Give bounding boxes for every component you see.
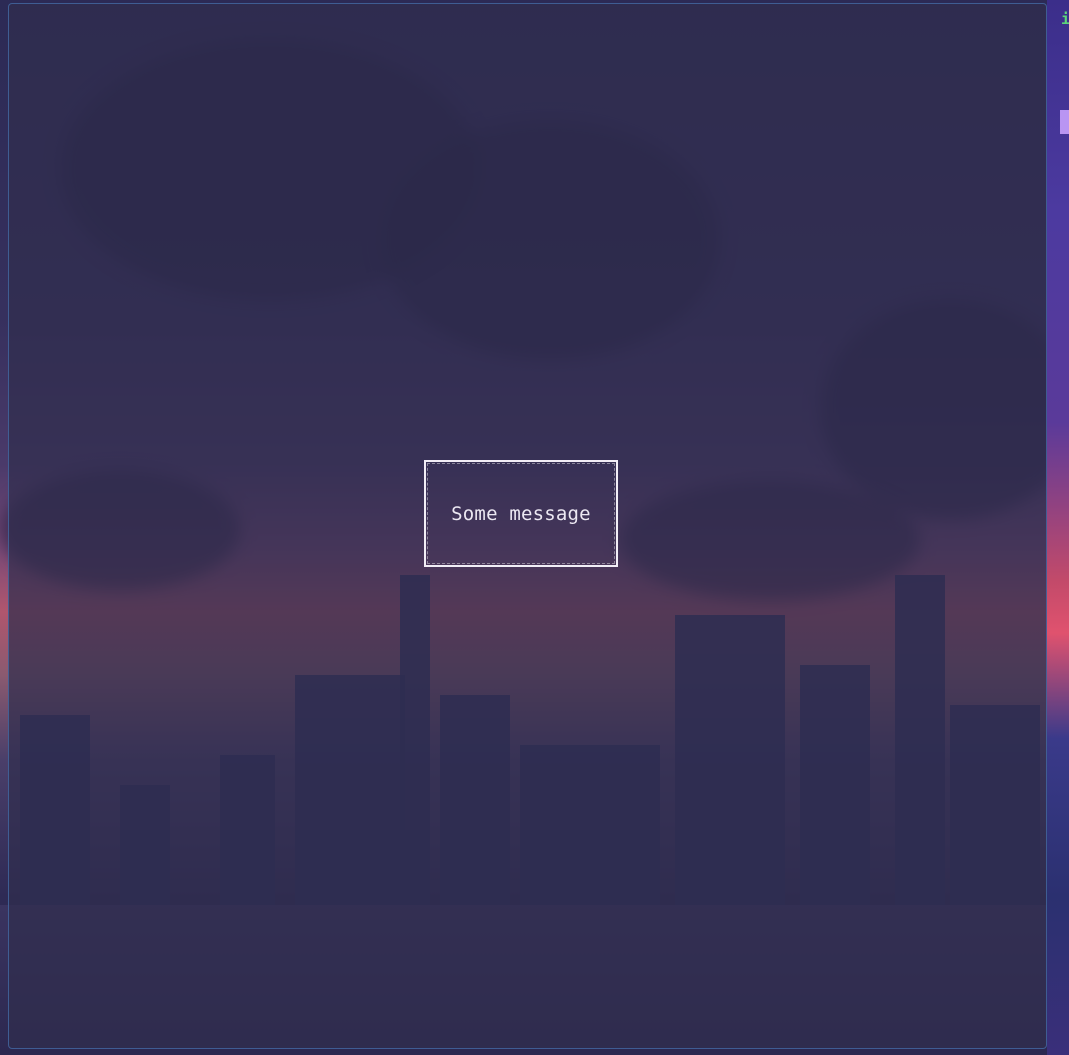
window-edge-glyph: i [1061, 10, 1069, 28]
message-text: Some message [451, 502, 591, 525]
background-window-edge: i [1047, 0, 1069, 1055]
window-edge-accent [1060, 110, 1069, 134]
message-dialog[interactable]: Some message [424, 460, 618, 567]
